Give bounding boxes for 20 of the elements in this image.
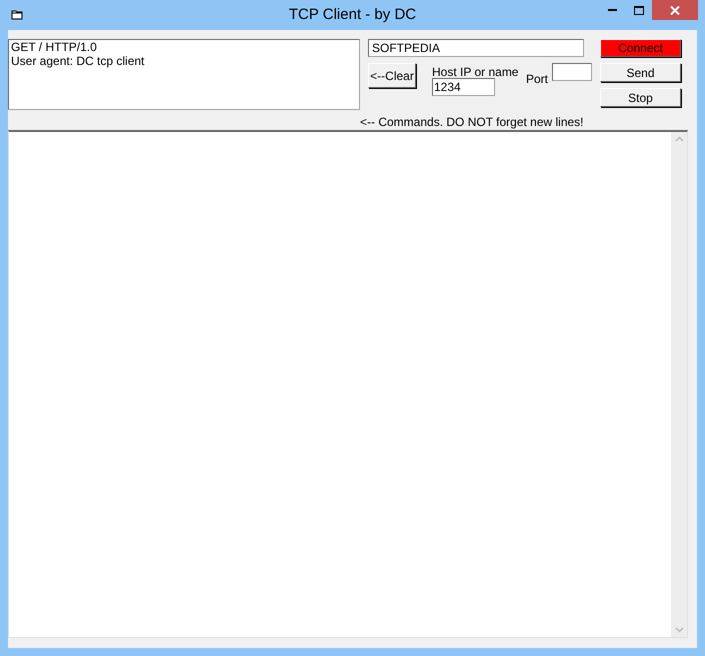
hint-text: <-- Commands. DO NOT forget new lines! — [360, 115, 584, 129]
commands-text-area[interactable]: GET / HTTP/1.0 User agent: DC tcp client — [8, 39, 360, 110]
scroll-down-icon — [674, 627, 684, 633]
action-button[interactable]: Stop — [600, 88, 681, 107]
scroll-up-icon — [674, 136, 684, 142]
port-field[interactable] — [552, 63, 592, 81]
host-ip-field[interactable]: 1234 — [432, 78, 495, 96]
action-button[interactable]: Send — [600, 63, 681, 82]
close-icon — [670, 6, 680, 14]
host-label: Host IP or name — [432, 64, 518, 81]
close-button[interactable] — [652, 0, 698, 20]
app-icon — [11, 9, 23, 20]
window-title: TCP Client - by DC — [288, 6, 416, 23]
minimize-icon — [608, 9, 616, 11]
maximize-icon — [634, 6, 644, 14]
port-label: Port — [526, 71, 548, 88]
scrollbar[interactable] — [671, 132, 687, 637]
host-field[interactable]: SOFTPEDIA — [368, 39, 584, 57]
clear-button[interactable]: <--Clear — [368, 63, 416, 88]
action-button[interactable]: Connect — [600, 39, 681, 57]
